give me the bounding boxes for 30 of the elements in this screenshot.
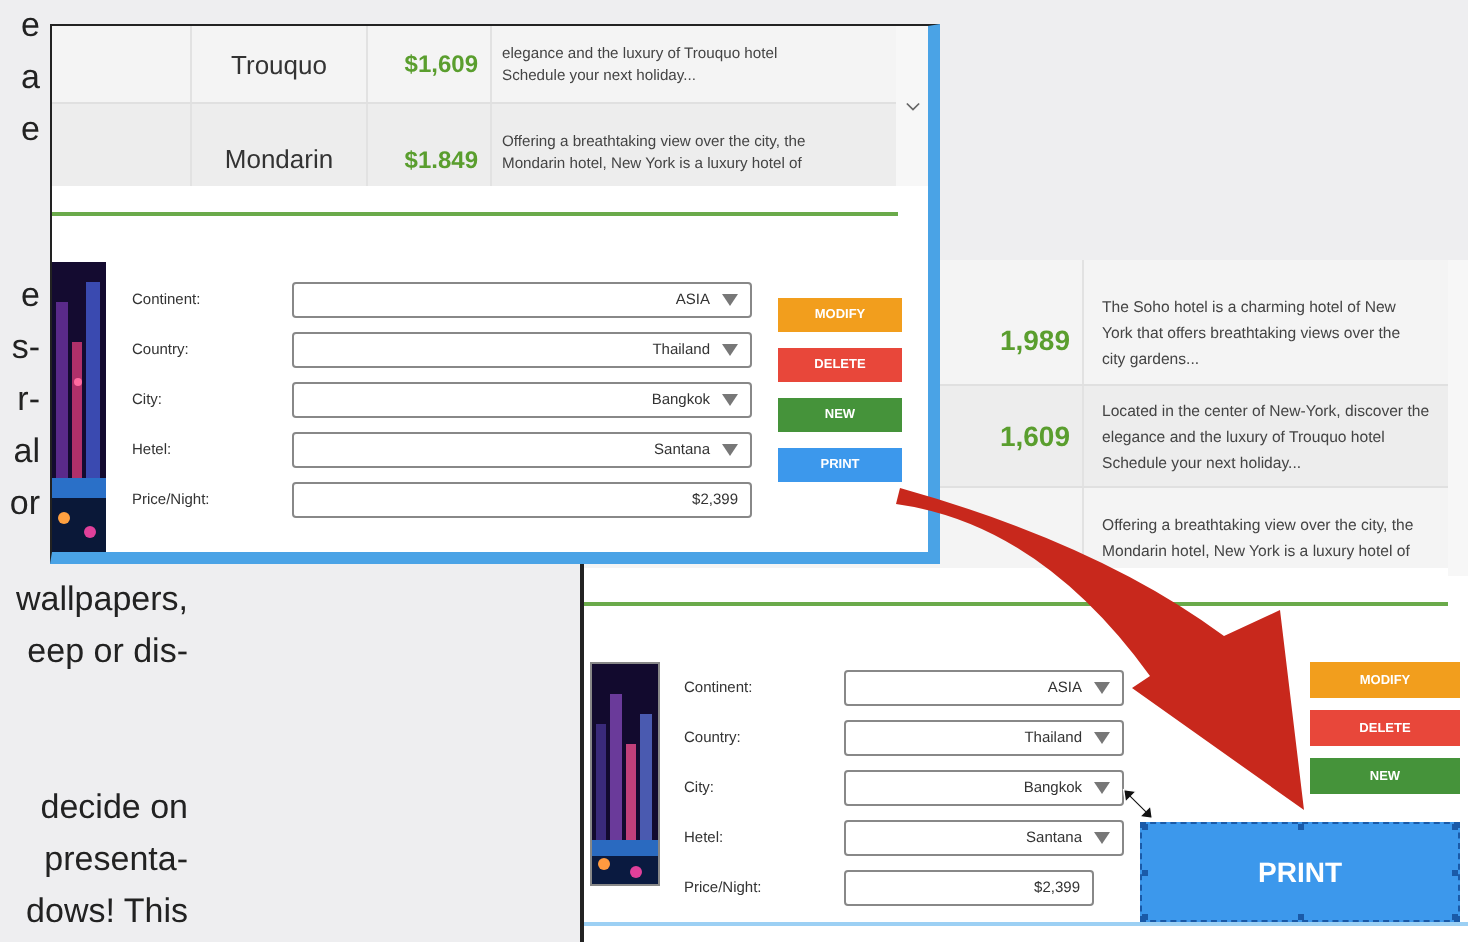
hotel-name: Trouquo (231, 49, 327, 79)
article-text: a (21, 58, 40, 96)
article-text: e (21, 110, 40, 148)
article-text: e (21, 6, 40, 44)
caret-icon (722, 393, 738, 405)
resize-cursor-icon (1120, 786, 1156, 822)
article-text: e (21, 276, 40, 314)
caret-icon (722, 293, 738, 305)
article-text: decide on (40, 788, 188, 826)
caret-icon (722, 443, 738, 455)
caret-icon (1094, 831, 1110, 843)
price-text: $1,609 (404, 50, 478, 78)
article-text: or (9, 484, 40, 522)
article-text: r- (17, 380, 40, 418)
article-text: s- (11, 328, 40, 366)
caret-icon (722, 343, 738, 355)
caret-icon (1094, 681, 1110, 693)
article-text: al (13, 432, 40, 470)
price-text: $1.849 (404, 145, 478, 173)
article-text: eep or dis- (27, 632, 188, 670)
article-text: dows! This (26, 892, 188, 930)
caret-icon (1094, 731, 1110, 743)
article-text: presenta- (44, 840, 188, 878)
price-text: 1,609 (999, 420, 1070, 452)
price-text: 1,989 (999, 324, 1070, 356)
scrollbar[interactable] (1448, 260, 1468, 576)
article-text: wallpapers, (16, 580, 188, 618)
scroll-down-icon[interactable] (905, 101, 919, 111)
hotel-name: Mondarin (224, 144, 334, 174)
caret-icon (1094, 781, 1110, 793)
